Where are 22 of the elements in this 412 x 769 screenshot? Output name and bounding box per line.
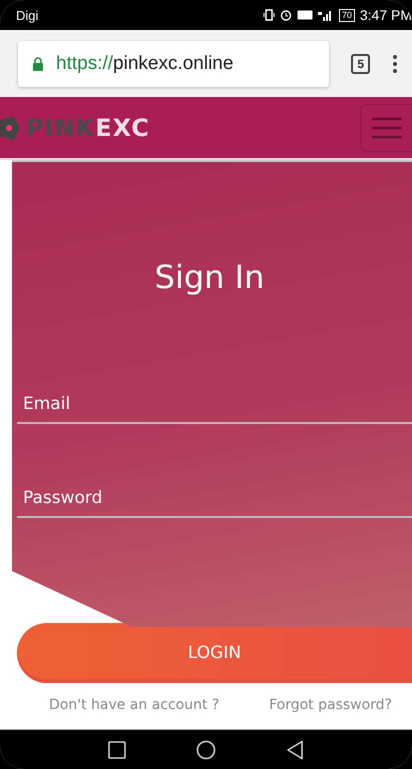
alarm-icon [280,9,292,21]
back-icon[interactable] [286,740,304,760]
recents-icon[interactable] [108,740,126,758]
sign-in-title: Sign In [154,258,266,296]
tab-count[interactable]: 5 [351,54,370,74]
more-menu-icon[interactable] [392,54,398,74]
text-link[interactable]: Don't have an account ? [49,697,220,713]
logo-icon [0,116,20,140]
site-logo[interactable]: PINKEXC [26,114,150,142]
url-text: https://pinkexc.online [56,52,234,74]
home-icon[interactable] [196,740,216,760]
lock-icon [32,56,44,70]
input-field[interactable]: Email [17,386,412,424]
menu-icon [372,116,402,138]
text-link[interactable]: Forgot password? [269,697,392,713]
battery-level: 70 [338,8,355,22]
carrier-name: Digi [16,8,38,22]
input-field[interactable]: Password [17,480,412,518]
login-button[interactable]: LOGIN [17,623,412,683]
signal-icon [318,9,334,21]
vibrate-icon [262,9,275,21]
address-bar[interactable]: https://pinkexc.online [18,40,330,86]
